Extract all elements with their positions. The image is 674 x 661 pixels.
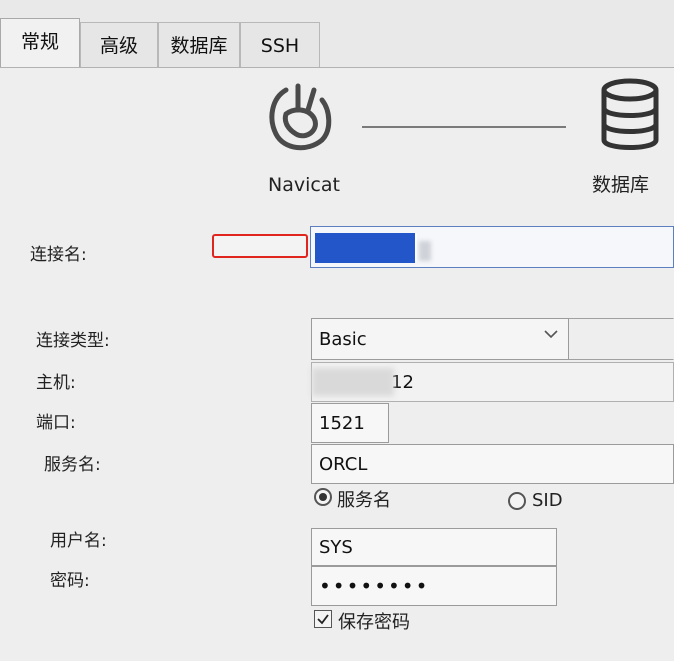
port-label: 端口: <box>36 413 76 433</box>
port-input[interactable]: 1521 <box>311 403 389 443</box>
port-value: 1521 <box>319 412 365 434</box>
connection-type-value: Basic <box>319 328 367 350</box>
connection-name-label: 连接名: <box>30 245 87 265</box>
radio-service-name[interactable] <box>314 488 332 506</box>
redacted-text <box>419 241 431 261</box>
service-name-label: 服务名: <box>44 455 101 475</box>
password-input[interactable]: •••••••• <box>311 566 557 606</box>
save-password-label: 保存密码 <box>338 612 410 633</box>
tab-ssh[interactable]: SSH <box>240 22 320 68</box>
service-name-input[interactable]: ORCL <box>311 444 674 484</box>
radio-sid[interactable] <box>508 492 526 510</box>
service-name-value: ORCL <box>319 453 368 475</box>
host-label: 主机: <box>36 373 76 393</box>
connection-type-extension <box>569 318 674 360</box>
username-value: SYS <box>319 536 353 558</box>
redacted-host <box>312 368 394 396</box>
chevron-down-icon <box>544 330 558 339</box>
database-label: 数据库 <box>592 174 650 196</box>
host-value: 12 <box>391 371 414 393</box>
password-value: •••••••• <box>319 574 430 598</box>
connection-type-label: 连接类型: <box>36 331 110 351</box>
radio-service-name-label: 服务名 <box>337 490 391 511</box>
highlight-box <box>212 234 308 258</box>
tab-general[interactable]: 常规 <box>0 18 80 68</box>
check-icon <box>317 614 329 625</box>
username-input[interactable]: SYS <box>311 528 557 566</box>
connection-line <box>362 126 566 128</box>
save-password-checkbox[interactable] <box>314 610 332 628</box>
connection-name-input[interactable] <box>310 226 674 268</box>
password-label: 密码: <box>50 571 90 591</box>
selected-text <box>315 233 415 263</box>
radio-sid-label: SID <box>532 490 563 511</box>
connection-type-select[interactable]: Basic <box>311 318 569 360</box>
tab-database[interactable]: 数据库 <box>158 22 240 68</box>
navicat-label: Navicat <box>268 174 340 196</box>
username-label: 用户名: <box>50 531 107 551</box>
database-icon <box>601 78 659 150</box>
navicat-logo-icon <box>269 83 332 151</box>
tab-bar: 常规 高级 数据库 SSH <box>0 18 674 68</box>
tab-advanced[interactable]: 高级 <box>80 22 158 68</box>
text-caret <box>415 233 417 261</box>
